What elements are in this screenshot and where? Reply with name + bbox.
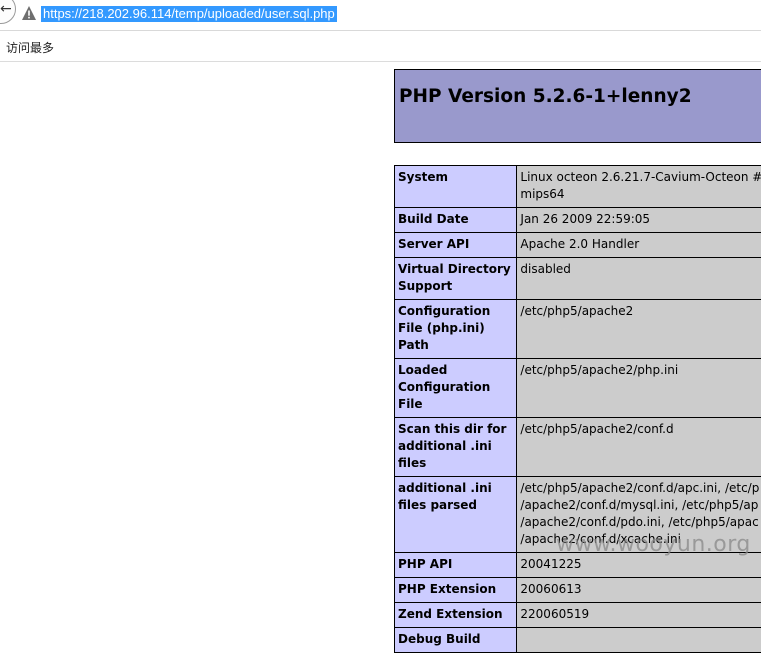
row-label: Server API xyxy=(395,233,517,258)
row-label: Loaded Configuration File xyxy=(395,359,517,418)
favorites-item-most-visited[interactable]: 访问最多 xyxy=(6,39,54,56)
table-row: SystemLinux octeon 2.6.21.7-Cavium-Octeo… xyxy=(395,166,761,208)
watermark: www.wooyun.org xyxy=(556,532,751,557)
row-value: disabled xyxy=(517,258,761,300)
row-value: /etc/php5/apache2 xyxy=(517,300,761,359)
table-row: Zend Extension220060519 xyxy=(395,603,761,628)
php-info-table: SystemLinux octeon 2.6.21.7-Cavium-Octeo… xyxy=(394,165,761,653)
row-label: Zend Extension xyxy=(395,603,517,628)
row-label: Debug Build xyxy=(395,628,517,653)
row-value: Linux octeon 2.6.21.7-Cavium-Octeon #1 m… xyxy=(517,166,761,208)
table-row: Build DateJan 26 2009 22:59:05 xyxy=(395,208,761,233)
row-label: PHP Extension xyxy=(395,578,517,603)
row-label: Virtual Directory Support xyxy=(395,258,517,300)
address-bar[interactable]: ← https://218.202.96.114/temp/uploaded/u… xyxy=(0,0,761,31)
url-field[interactable]: https://218.202.96.114/temp/uploaded/use… xyxy=(41,6,337,22)
row-value: Apache 2.0 Handler xyxy=(517,233,761,258)
row-label: System xyxy=(395,166,517,208)
page-title: PHP Version 5.2.6-1+lenny2 xyxy=(399,86,692,107)
row-value: 20060613 xyxy=(517,578,761,603)
favorites-bar: 访问最多 xyxy=(0,31,761,62)
row-label: Scan this dir for additional .ini files xyxy=(395,418,517,477)
row-label: Configuration File (php.ini) Path xyxy=(395,300,517,359)
table-row: Loaded Configuration File/etc/php5/apach… xyxy=(395,359,761,418)
table-row: Server APIApache 2.0 Handler xyxy=(395,233,761,258)
row-label: additional .ini files parsed xyxy=(395,477,517,553)
row-label: PHP API xyxy=(395,553,517,578)
row-label: Build Date xyxy=(395,208,517,233)
row-value xyxy=(517,628,761,653)
row-value: Jan 26 2009 22:59:05 xyxy=(517,208,761,233)
table-row: Configuration File (php.ini) Path/etc/ph… xyxy=(395,300,761,359)
row-value: /etc/php5/apache2/conf.d xyxy=(517,418,761,477)
row-value: /etc/php5/apache2/php.ini xyxy=(517,359,761,418)
php-header: PHP Version 5.2.6-1+lenny2 xyxy=(394,69,761,143)
table-row: PHP Extension20060613 xyxy=(395,578,761,603)
row-value: 220060519 xyxy=(517,603,761,628)
warning-triangle-icon[interactable] xyxy=(21,5,37,21)
table-row: Debug Build xyxy=(395,628,761,653)
table-row: Virtual Directory Supportdisabled xyxy=(395,258,761,300)
table-row: Scan this dir for additional .ini files/… xyxy=(395,418,761,477)
back-button[interactable]: ← xyxy=(0,0,16,24)
back-arrow-icon: ← xyxy=(0,1,12,17)
